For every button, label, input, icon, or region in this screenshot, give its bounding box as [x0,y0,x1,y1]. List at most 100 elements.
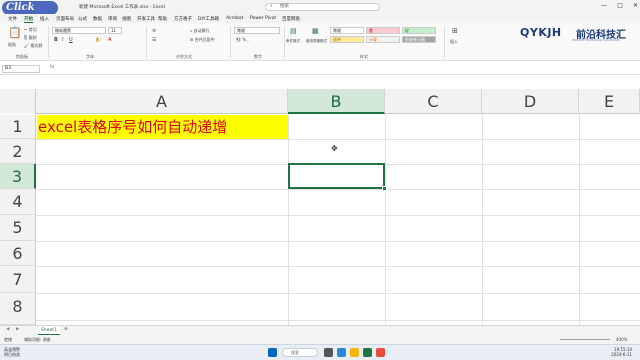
tab-baidu-netdisk[interactable]: 百度网盘 [282,16,300,22]
style-calculation[interactable]: 计算 [366,36,400,43]
insert-cells-label[interactable]: 插入 [450,39,458,45]
bold-button[interactable]: B [54,37,58,43]
font-group-label: 字体 [86,54,94,59]
scroll-sheets-right-icon[interactable]: ▶ [16,327,19,332]
paste-label[interactable]: 粘贴 [8,42,16,48]
tab-data[interactable]: 数据 [93,16,102,22]
tab-file[interactable]: 文件 [8,16,17,22]
tab-insert[interactable]: 插入 [40,16,49,22]
row-header-8[interactable]: 8 [0,293,36,325]
column-header-row: A B C D E [36,89,640,114]
underline-button[interactable]: U [69,37,73,43]
style-neutral[interactable]: 适中 [330,36,364,43]
minimize-button[interactable]: — [601,2,607,9]
row-header-4[interactable]: 4 [0,189,36,215]
format-as-table-icon[interactable]: ▦ [312,27,319,35]
tab-diy-toolbox[interactable]: DIY工具箱 [198,16,219,22]
tab-help[interactable]: 帮助 [158,16,167,22]
tab-formulas[interactable]: 公式 [78,16,87,22]
scroll-sheets-left-icon[interactable]: ◀ [6,327,9,332]
zoom-level[interactable]: 400% [616,337,627,342]
cut-button[interactable]: ✂ 剪切 [24,27,37,33]
select-all-corner[interactable] [0,89,36,114]
active-cell-b3[interactable] [288,163,385,189]
app-badge: Click [2,1,58,15]
conditional-format-label[interactable]: 条件格式 [286,39,300,44]
edge-icon[interactable] [337,348,346,357]
accessibility-status[interactable]: 辅助功能: 调查 [24,337,51,343]
font-color-icon[interactable]: A [108,37,111,43]
tab-fangfanggezi[interactable]: 方方格子 [174,16,192,22]
title-search-box[interactable]: ⌕ 搜索 [265,3,380,11]
tab-power-pivot[interactable]: Power Pivot [250,16,276,21]
formula-input[interactable] [66,65,636,73]
formula-bar: B3 fx [0,62,640,75]
row-header-1[interactable]: 1 [0,115,36,139]
currency-icon[interactable]: 💱 % , [236,37,249,42]
gridline [288,114,289,325]
conditional-format-icon[interactable]: ▤ [290,27,297,35]
start-button-icon[interactable] [268,348,277,357]
font-name-select[interactable]: 微软雅黑 [52,27,106,34]
wrap-text-button[interactable]: ⤶ 自动换行 [190,28,210,34]
zoom-slider[interactable] [560,339,610,340]
ribbon-divider [146,26,147,58]
cut-label: 剪切 [28,27,37,32]
paste-icon[interactable]: 📋 [8,26,22,39]
clock-date: 2024-6-11 [611,352,632,357]
ribbon-tabs: 文件 开始 插入 页面布局 公式 数据 审阅 视图 开发工具 帮助 方方格子 D… [0,14,640,23]
italic-button[interactable]: I [62,37,63,43]
fx-icon[interactable]: fx [50,65,54,70]
copy-button[interactable]: ⎘ 复制 [24,35,36,41]
status-bar: 就绪 辅助功能: 调查 400% [0,335,640,344]
style-check-cell[interactable]: 检查单元格 [402,36,436,43]
ribbon-divider [284,26,285,58]
column-header-c[interactable]: C [385,89,482,114]
file-explorer-icon[interactable] [350,348,359,357]
row-header-5[interactable]: 5 [0,215,36,241]
insert-cells-icon[interactable]: ⊞ [452,27,458,35]
excel-icon[interactable] [363,348,372,357]
number-format-select[interactable]: 常规 [234,27,280,34]
column-header-a[interactable]: A [36,89,288,114]
tab-developer[interactable]: 开发工具 [137,16,155,22]
column-header-b[interactable]: B [288,89,385,114]
cell-a1[interactable]: excel表格序号如何自动递增 [37,115,288,139]
fill-handle[interactable] [382,186,387,191]
tab-view[interactable]: 视图 [122,16,131,22]
tab-review[interactable]: 审阅 [108,16,117,22]
maximize-button[interactable]: □ [617,2,623,9]
taskbar-clock[interactable]: 19:15:10 2024-6-11 [611,347,632,357]
style-normal[interactable]: 常规 [330,27,364,34]
app-icon[interactable] [376,348,385,357]
format-painter-button[interactable]: 🖌 格式刷 [24,43,42,49]
name-box[interactable]: B3 [2,65,40,73]
style-good[interactable]: 好 [402,27,436,34]
gridline [36,266,640,267]
row-header-6[interactable]: 6 [0,241,36,266]
gridline [36,215,640,216]
tab-home[interactable]: 开始 [24,16,33,23]
merge-center-button[interactable]: ⊞ 合并后居中 [190,37,215,43]
taskbar-weather[interactable]: 高温预警 明日热浪 [4,347,20,357]
add-sheet-icon[interactable]: ⊕ [64,327,68,332]
fill-color-icon[interactable]: ◧ [96,37,101,43]
row-header-7[interactable]: 7 [0,266,36,293]
align-top-icon[interactable]: ≡ [152,28,156,34]
tab-acrobat[interactable]: Acrobat [226,16,243,21]
gridline [482,114,483,325]
align-left-icon[interactable]: ☰ [152,37,156,43]
tab-page-layout[interactable]: 页面布局 [56,16,74,22]
column-header-e[interactable]: E [579,89,640,114]
column-header-d[interactable]: D [482,89,579,114]
close-button[interactable]: ✕ [633,2,638,9]
style-bad[interactable]: 差 [366,27,400,34]
row-header-3[interactable]: 3 [0,164,36,189]
row-header-2[interactable]: 2 [0,139,36,164]
window-controls: — □ ✕ [601,2,638,9]
sheet-tab-sheet1[interactable]: Sheet1 [38,326,60,335]
task-view-icon[interactable] [324,348,333,357]
taskbar-search[interactable]: 搜索 [282,348,318,357]
font-size-select[interactable]: 11 [108,27,122,34]
format-as-table-label[interactable]: 套用表格格式 [306,39,328,44]
